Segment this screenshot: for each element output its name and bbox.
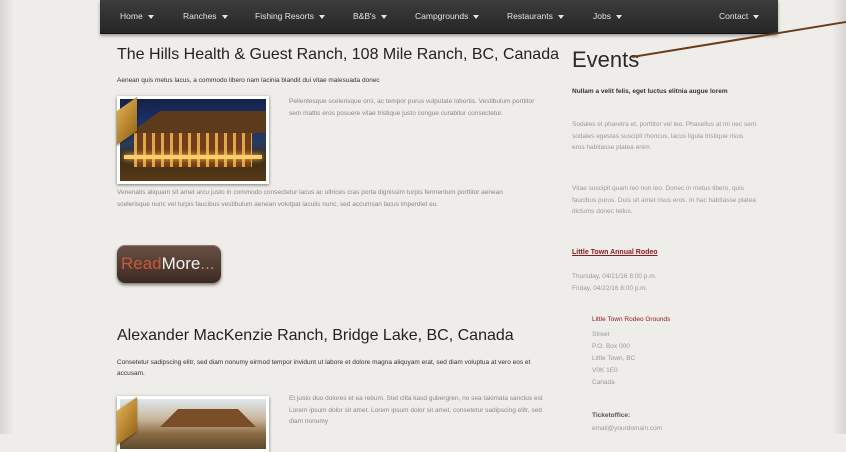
ticket-office-label: Ticketoffice: bbox=[592, 412, 631, 419]
article-title[interactable]: The Hills Health & Guest Ranch, 108 Mile… bbox=[117, 46, 559, 64]
event-dates: Thursday, 04/21/16 8:00 p.m. Friday, 04/… bbox=[572, 271, 656, 295]
caret-down-icon bbox=[221, 14, 228, 19]
nav-item-contact[interactable]: Contact bbox=[719, 11, 760, 21]
article-lead: Consetetur sadipscing elitr, sed diam no… bbox=[117, 359, 531, 377]
nav-item-fishing-resorts[interactable]: Fishing Resorts bbox=[255, 11, 326, 21]
caret-down-icon bbox=[380, 14, 387, 19]
nav-item-label: B&B's bbox=[353, 11, 376, 21]
cabin-roof-shape bbox=[130, 111, 266, 133]
nav-item-restaurants[interactable]: Restaurants bbox=[507, 11, 564, 21]
caret-down-icon bbox=[473, 14, 480, 19]
cabin-roof-shape bbox=[160, 409, 256, 427]
nav-item-home[interactable]: Home bbox=[120, 11, 154, 21]
caret-down-icon bbox=[319, 14, 326, 19]
address-line: Little Town, BC bbox=[592, 355, 636, 362]
address-line: Canada bbox=[592, 379, 615, 386]
nav-item-jobs[interactable]: Jobs bbox=[593, 11, 622, 21]
caret-down-icon bbox=[753, 14, 760, 19]
caret-down-icon bbox=[615, 14, 622, 19]
nav-item-label: Fishing Resorts bbox=[255, 11, 315, 21]
events-paragraph: Sodales et pharetra et, porttitor vel le… bbox=[572, 121, 757, 151]
ranch-photo[interactable] bbox=[117, 96, 269, 184]
article-body-text: Venenatis aliquam sit amet arcu justo in… bbox=[117, 189, 503, 208]
event-title-link[interactable]: Little Town Annual Rodeo bbox=[572, 249, 658, 256]
ranch-photo[interactable] bbox=[117, 396, 269, 452]
nav-item-campgrounds[interactable]: Campgrounds bbox=[415, 11, 480, 21]
nav-item-label: Jobs bbox=[593, 11, 611, 21]
nav-item-bnbs[interactable]: B&B's bbox=[353, 11, 387, 21]
caret-down-icon bbox=[557, 14, 564, 19]
nav-item-label: Campgrounds bbox=[415, 11, 469, 21]
article-lead: Aenean quis metus lacus, a commodo liber… bbox=[117, 77, 380, 84]
nav-item-label: Ranches bbox=[183, 11, 217, 21]
address-line: Street bbox=[592, 331, 610, 338]
venue-address: Street P.O. Box 000 Little Town, BC V0K … bbox=[592, 329, 635, 389]
address-line: P.O. Box 000 bbox=[592, 343, 630, 350]
main-navigation: Home Ranches Fishing Resorts B&B's Campg… bbox=[100, 0, 778, 34]
read-more-button[interactable]: ReadMore... bbox=[117, 245, 221, 283]
event-venue: Little Town Rodeo Grounds bbox=[592, 316, 671, 323]
cabin-deck-shape bbox=[124, 155, 262, 159]
event-date: Friday, 04/22/16 8:00 p.m. bbox=[572, 285, 648, 292]
nav-item-label: Restaurants bbox=[507, 11, 553, 21]
caret-down-icon bbox=[147, 14, 154, 19]
ticket-office-email[interactable]: email@yourdomain.com bbox=[592, 425, 662, 432]
cabin-lights-shape bbox=[134, 133, 252, 167]
event-date: Thursday, 04/21/16 8:00 p.m. bbox=[572, 273, 657, 280]
address-line: V0K 1E0 bbox=[592, 367, 618, 374]
nav-item-label: Home bbox=[120, 11, 143, 21]
read-more-label-part: ... bbox=[200, 254, 215, 273]
events-paragraph: Vitae suscipit quam leo non leo. Donec i… bbox=[572, 185, 756, 215]
events-intro-bold: Nullam a velit felis, eget luctus elitni… bbox=[572, 88, 728, 95]
nav-item-label: Contact bbox=[719, 11, 749, 21]
article-side-text: Pellentesque scelerisque orci, ac tempor… bbox=[289, 98, 535, 117]
article-side-text: Et justo duo dolores et ea rebum. Stet c… bbox=[289, 395, 543, 425]
read-more-label-part: More bbox=[161, 254, 201, 273]
read-more-label-part: Read bbox=[121, 254, 162, 273]
events-heading: Events bbox=[572, 47, 640, 72]
nav-item-ranches[interactable]: Ranches bbox=[183, 11, 228, 21]
article-title[interactable]: Alexander MacKenzie Ranch, Bridge Lake, … bbox=[117, 327, 514, 345]
